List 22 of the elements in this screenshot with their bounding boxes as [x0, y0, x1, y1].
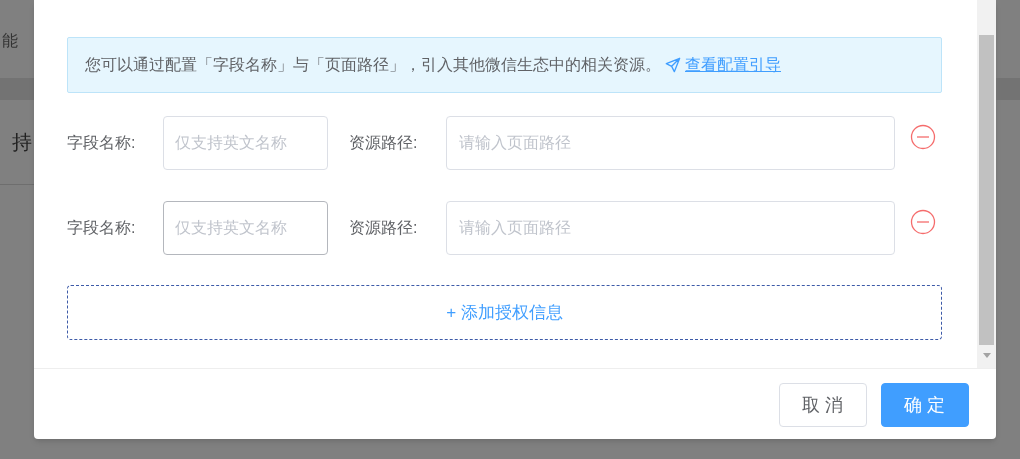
remove-icon[interactable]: [910, 209, 936, 235]
background-band: [996, 78, 1020, 100]
remove-icon[interactable]: [910, 124, 936, 150]
field-label: 字段名称:: [67, 133, 137, 153]
path-input[interactable]: 请输入页面路径: [446, 201, 895, 255]
path-label: 资源路径:: [349, 133, 419, 153]
scroll-down-icon[interactable]: [982, 353, 991, 359]
scrollbar-thumb[interactable]: [979, 35, 994, 345]
field-name-input[interactable]: 仅支持英文名称: [163, 116, 328, 170]
path-input[interactable]: 请输入页面路径: [446, 116, 895, 170]
guide-link[interactable]: 查看配置引导: [665, 53, 781, 77]
notice-text: 您可以通过配置「字段名称」与「页面路径」，引入其他微信生态中的相关资源。: [85, 55, 661, 75]
field-label: 字段名称:: [67, 218, 137, 238]
background-text: 持: [12, 130, 32, 155]
send-icon: [665, 57, 681, 73]
field-name-input[interactable]: 仅支持英文名称: [163, 201, 328, 255]
background-text: 能: [1, 30, 18, 51]
cancel-button[interactable]: 取 消: [779, 383, 867, 427]
path-label: 资源路径:: [349, 218, 419, 238]
confirm-button[interactable]: 确 定: [881, 383, 969, 427]
background-band: [0, 78, 34, 100]
add-button[interactable]: + 添加授权信息: [67, 285, 942, 340]
